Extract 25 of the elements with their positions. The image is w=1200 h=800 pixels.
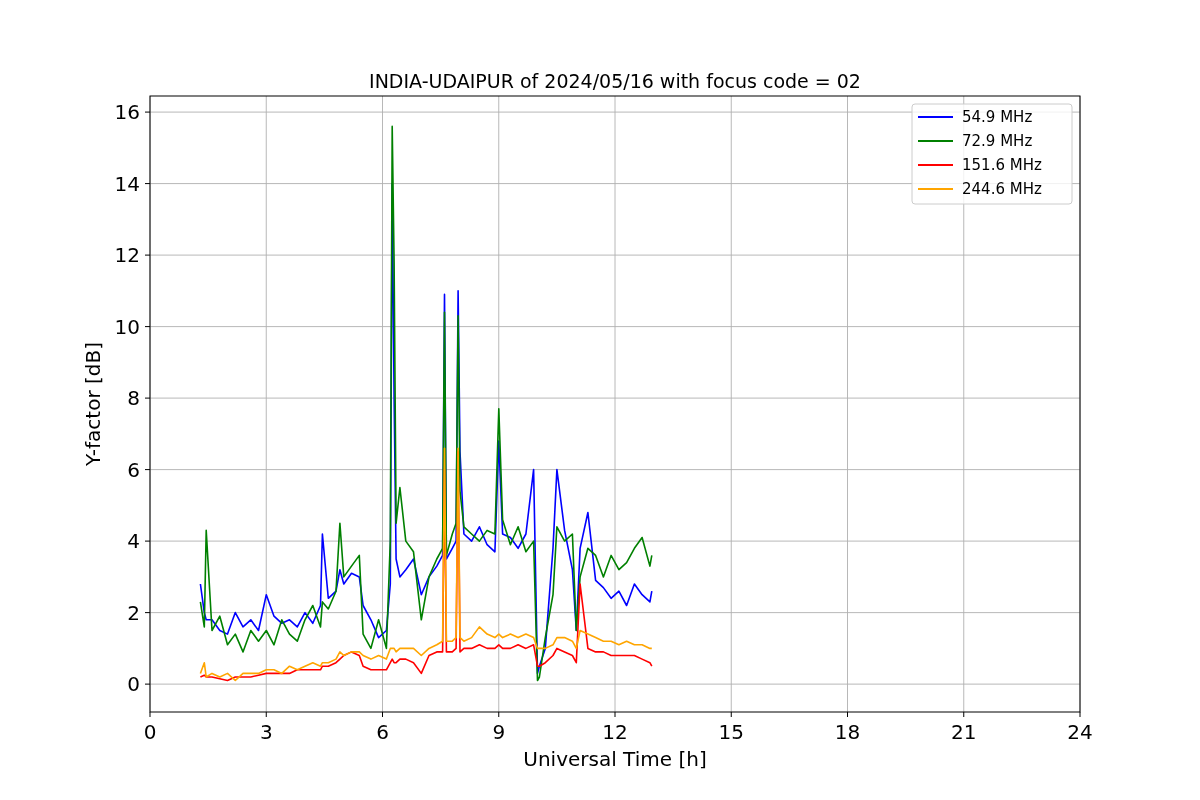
- chart-title: INDIA-UDAIPUR of 2024/05/16 with focus code = 02: [369, 70, 861, 92]
- legend-label: 151.6 MHz: [962, 156, 1042, 174]
- legend-label: 72.9 MHz: [962, 132, 1033, 150]
- y-tick-label: 6: [127, 457, 140, 482]
- y-tick-label: 0: [127, 672, 140, 697]
- x-tick-label: 18: [834, 720, 861, 744]
- y-tick-label: 16: [114, 100, 140, 125]
- y-tick-label: 8: [127, 386, 140, 411]
- x-axis-label: Universal Time [h]: [523, 747, 707, 771]
- x-tick-label: 21: [951, 720, 977, 744]
- x-tick-label: 6: [376, 720, 389, 744]
- y-tick-label: 12: [114, 243, 140, 268]
- x-tick-label: 3: [259, 720, 273, 744]
- x-tick-label: 9: [492, 720, 506, 744]
- legend-label: 54.9 MHz: [962, 108, 1033, 126]
- x-tick-label: 24: [1067, 720, 1093, 744]
- y-tick-label: 14: [114, 171, 140, 196]
- y-tick-label: 2: [127, 600, 140, 625]
- y-tick-label: 10: [114, 314, 140, 339]
- x-tick-label: 0: [143, 720, 157, 744]
- x-tick-label: 15: [718, 720, 744, 744]
- x-tick-label: 12: [602, 720, 628, 744]
- y-tick-label: 4: [127, 529, 140, 554]
- legend-label: 244.6 MHz: [962, 180, 1042, 198]
- y-axis-label: Y-factor [dB]: [81, 342, 105, 466]
